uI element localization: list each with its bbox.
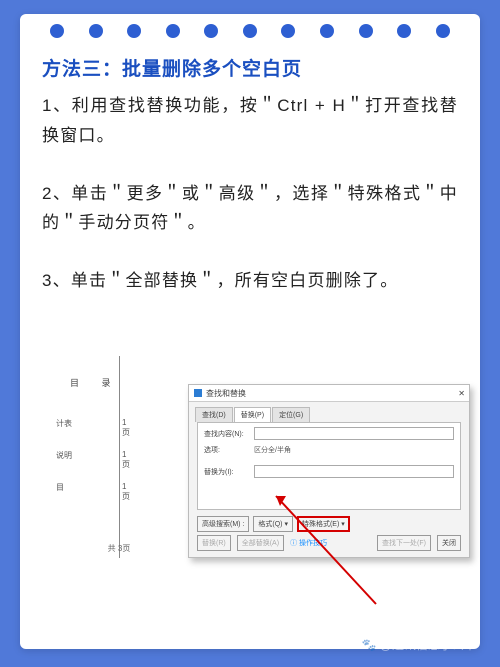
- step-2: 2、单击＂更多＂或＂高级＂，选择＂特殊格式＂中的＂手动分页符＂。: [42, 179, 458, 239]
- tab-find[interactable]: 查找(D): [195, 407, 233, 422]
- find-label: 查找内容(N):: [204, 429, 250, 439]
- tab-replace[interactable]: 替换(P): [234, 407, 271, 422]
- options-label: 选项:: [204, 445, 250, 455]
- close-icon[interactable]: ✕: [458, 389, 465, 398]
- options-value: 区分全/半角: [254, 445, 291, 455]
- toc-heading: 目 录: [70, 376, 121, 389]
- page-count: 共 3页: [48, 543, 190, 554]
- replace-input[interactable]: [254, 465, 454, 478]
- watermark: 🐾 @通讯信息小公举: [362, 636, 476, 653]
- special-format-button[interactable]: 特殊格式(E) ▾: [297, 516, 350, 532]
- step-3: 3、单击＂全部替换＂，所有空白页删除了。: [42, 266, 458, 296]
- dialog-title: 查找和替换: [206, 388, 246, 399]
- replace-label: 替换为(I):: [204, 467, 250, 477]
- tab-goto[interactable]: 定位(G): [272, 407, 310, 422]
- dialog-icon: [193, 388, 203, 398]
- format-button[interactable]: 格式(Q) ▾: [253, 516, 293, 532]
- replace-all-button[interactable]: 全部替换(A): [237, 535, 284, 551]
- find-input[interactable]: [254, 427, 454, 440]
- find-replace-dialog: 查找和替换 ✕ 查找(D) 替换(P) 定位(G) 查找内容(N): 选项: 区分…: [188, 384, 470, 558]
- more-button[interactable]: 高级搜索(M) :: [197, 516, 249, 532]
- find-next-button[interactable]: 查找下一处(F): [377, 535, 431, 551]
- step-1: 1、利用查找替换功能，按＂Ctrl + H＂打开查找替换窗口。: [42, 91, 458, 151]
- method-title: 方法三：批量删除多个空白页: [42, 54, 458, 81]
- replace-button[interactable]: 替换(R): [197, 535, 231, 551]
- tips-link[interactable]: ⓘ 操作技巧: [290, 538, 327, 548]
- close-button[interactable]: 关闭: [437, 535, 461, 551]
- background-document: 目 录 计表1 页 说明1 页 目1 页 共 3页: [48, 352, 190, 562]
- screenshot-area: 目 录 计表1 页 说明1 页 目1 页 共 3页 查找和替换 ✕ 查找(D) …: [48, 352, 456, 582]
